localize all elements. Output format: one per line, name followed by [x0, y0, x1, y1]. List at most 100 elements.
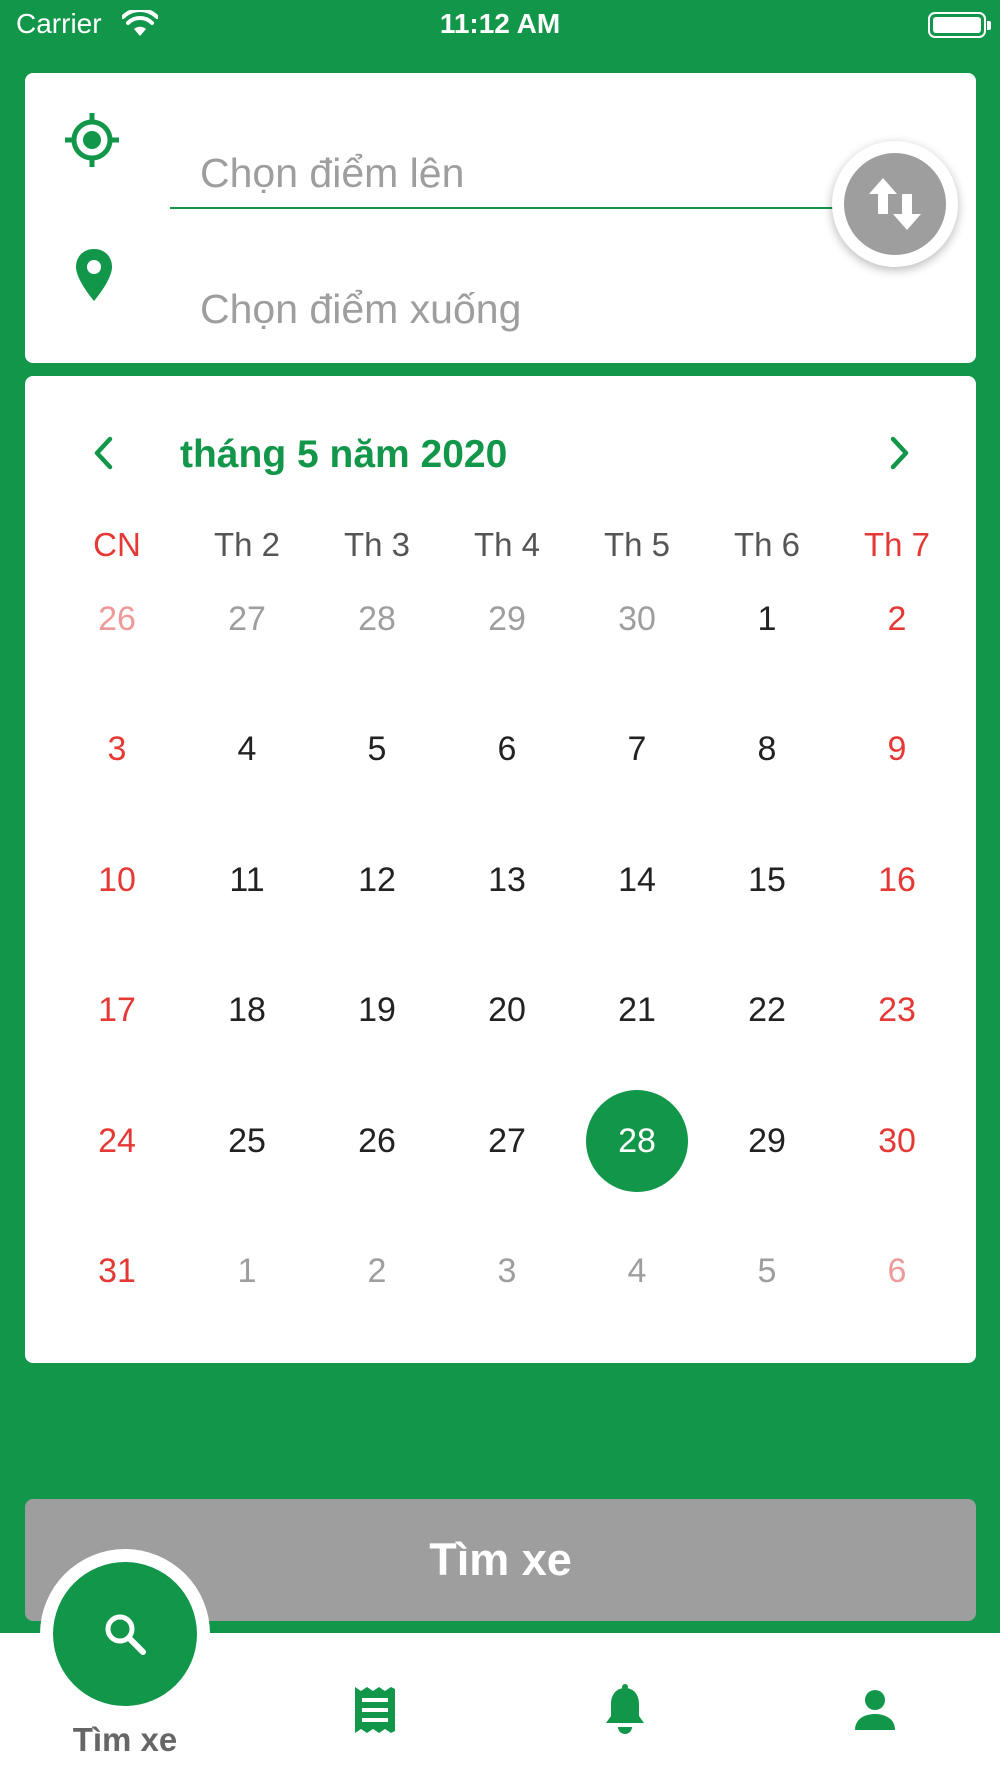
calendar-day[interactable]: 5	[312, 685, 442, 816]
calendar-day[interactable]: 20	[442, 946, 572, 1077]
dropoff-input[interactable]	[200, 269, 840, 349]
calendar-day[interactable]: 12	[312, 815, 442, 946]
calendar-day-label: 29	[488, 599, 526, 638]
prev-month-button[interactable]	[83, 428, 123, 478]
calendar-day[interactable]: 5	[702, 1207, 832, 1338]
calendar-day[interactable]: 23	[832, 946, 962, 1077]
divider	[170, 207, 860, 209]
calendar-day-label: 15	[748, 860, 786, 899]
calendar-day[interactable]: 31	[52, 1207, 182, 1338]
calendar-day[interactable]: 4	[182, 685, 312, 816]
calendar-day[interactable]: 22	[702, 946, 832, 1077]
calendar-day-label: 6	[887, 1252, 907, 1291]
tab-tickets[interactable]	[345, 1680, 405, 1740]
swap-locations-button[interactable]	[832, 141, 958, 267]
calendar-day-label: 27	[488, 1121, 526, 1160]
calendar-day-label: 21	[618, 991, 656, 1030]
calendar-day-label: 4	[627, 1252, 647, 1291]
next-month-button[interactable]	[880, 428, 920, 478]
calendar-day[interactable]: 2	[832, 554, 962, 685]
calendar-day-label: 18	[228, 991, 266, 1030]
calendar-day-label: 26	[358, 1121, 396, 1160]
calendar-day-label: 19	[358, 991, 396, 1030]
calendar-day[interactable]: 13	[442, 815, 572, 946]
calendar-day-label: 2	[367, 1252, 387, 1291]
calendar-day-label: 3	[107, 730, 127, 769]
calendar-day[interactable]: 25	[182, 1076, 312, 1207]
calendar-day[interactable]: 15	[702, 815, 832, 946]
calendar-day-label: 10	[98, 860, 136, 899]
calendar-day[interactable]: 1	[182, 1207, 312, 1338]
calendar-day[interactable]: 3	[442, 1207, 572, 1338]
tab-search[interactable]	[53, 1562, 197, 1706]
calendar-day[interactable]: 30	[832, 1076, 962, 1207]
calendar-day[interactable]: 11	[182, 815, 312, 946]
calendar-day[interactable]: 18	[182, 946, 312, 1077]
calendar-day[interactable]: 21	[572, 946, 702, 1077]
calendar-day-label: 1	[757, 599, 777, 638]
calendar-day[interactable]: 30	[572, 554, 702, 685]
calendar-day-label: 8	[757, 730, 777, 769]
swap-vertical-icon	[869, 178, 921, 230]
calendar-day-label: 14	[618, 860, 656, 899]
calendar-day-label: 3	[497, 1252, 517, 1291]
calendar-day[interactable]: 26	[312, 1076, 442, 1207]
days-grid: 26 27 28 29 30 1 2 3 4 5 6 7 8 9 10 11 12 13 14 15 16 17 18 19 2…	[52, 554, 962, 1337]
calendar-day-label: 30	[878, 1121, 916, 1160]
pickup-input[interactable]	[200, 133, 840, 213]
calendar-day-label: 28	[586, 1090, 688, 1193]
map-pin-icon	[76, 249, 112, 301]
calendar-day[interactable]: 17	[52, 946, 182, 1077]
calendar-day-label: 1	[237, 1252, 257, 1291]
calendar-day[interactable]: 24	[52, 1076, 182, 1207]
calendar-day-label: 27	[228, 599, 266, 638]
calendar-day-label: 28	[358, 599, 396, 638]
tab-notifications[interactable]	[595, 1680, 655, 1740]
month-title: tháng 5 năm 2020	[180, 433, 508, 476]
calendar-day[interactable]: 27	[442, 1076, 572, 1207]
calendar-day[interactable]: 29	[442, 554, 572, 685]
calendar-day-label: 9	[887, 730, 907, 769]
person-icon	[855, 1690, 895, 1730]
battery-icon	[928, 12, 991, 38]
calendar-day-label: 13	[488, 860, 526, 899]
calendar-day[interactable]: 9	[832, 685, 962, 816]
chevron-right-icon	[890, 436, 909, 470]
calendar-day[interactable]: 8	[702, 685, 832, 816]
calendar-day[interactable]: 1	[702, 554, 832, 685]
calendar-day[interactable]: 6	[832, 1207, 962, 1338]
calendar-day[interactable]: 6	[442, 685, 572, 816]
calendar-day[interactable]: 7	[572, 685, 702, 816]
calendar-day-label: 25	[228, 1121, 266, 1160]
status-bar: Carrier 11:12 AM	[0, 0, 1000, 52]
calendar-day-label: 20	[488, 991, 526, 1030]
search-icon	[105, 1614, 146, 1655]
tab-search-label[interactable]: Tìm xe	[45, 1721, 205, 1759]
calendar-day[interactable]: 29	[702, 1076, 832, 1207]
ticket-icon	[355, 1687, 395, 1733]
calendar-day[interactable]: 14	[572, 815, 702, 946]
bell-icon	[606, 1684, 644, 1734]
calendar-day-selected[interactable]: 28	[572, 1076, 702, 1207]
calendar-day[interactable]: 16	[832, 815, 962, 946]
calendar-day[interactable]: 2	[312, 1207, 442, 1338]
calendar-day[interactable]: 26	[52, 554, 182, 685]
calendar-day-label: 29	[748, 1121, 786, 1160]
target-icon	[65, 113, 119, 167]
calendar-day[interactable]: 27	[182, 554, 312, 685]
calendar-day-label: 5	[367, 730, 387, 769]
calendar-day-label: 17	[98, 991, 136, 1030]
calendar-day-label: 7	[627, 730, 647, 769]
calendar-day[interactable]: 10	[52, 815, 182, 946]
calendar-day[interactable]: 28	[312, 554, 442, 685]
calendar-day-label: 31	[98, 1252, 136, 1291]
calendar-day-label: 22	[748, 991, 786, 1030]
calendar-day-label: 4	[237, 730, 257, 769]
clock: 11:12 AM	[439, 8, 561, 39]
calendar-day[interactable]: 4	[572, 1207, 702, 1338]
calendar-day[interactable]: 19	[312, 946, 442, 1077]
calendar: tháng 5 năm 2020 CN Th 2 Th 3 Th 4 Th 5 …	[25, 376, 976, 1363]
tab-account[interactable]	[845, 1680, 905, 1740]
calendar-day[interactable]: 3	[52, 685, 182, 816]
location-card	[25, 73, 976, 363]
